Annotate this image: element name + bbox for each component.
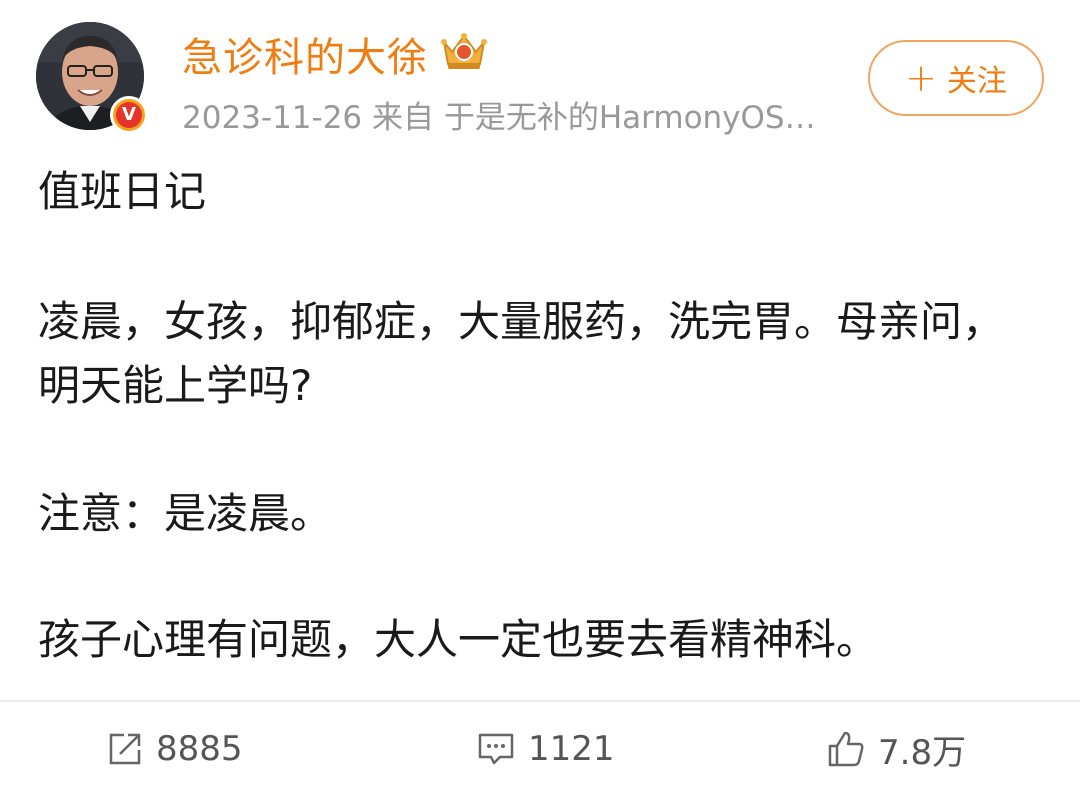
post-paragraph: 凌晨，女孩，抑郁症，大量服药，洗完胃。母亲问，明天能上学吗? <box>38 297 1005 410</box>
repost-count: 8885 <box>156 729 243 769</box>
comment-button[interactable]: 1121 <box>476 724 615 774</box>
author-name[interactable]: 急诊科的大徐 <box>182 25 428 83</box>
avatar[interactable]: V <box>36 22 148 134</box>
plus-icon: + <box>905 56 937 100</box>
post-paragraph: 孩子心理有问题，大人一定也要去看精神科。 <box>38 615 879 664</box>
verified-badge-icon: V <box>110 96 148 134</box>
follow-label: 关注 <box>946 64 1007 99</box>
author-row: 急诊科的大徐 <box>182 25 488 83</box>
comment-icon <box>478 733 514 765</box>
like-button[interactable]: 7.8万 <box>826 724 966 774</box>
repost-button[interactable]: 8885 <box>106 724 243 774</box>
follow-button[interactable]: + 关注 <box>868 40 1044 116</box>
post-meta: 2023-11-26 来自 于是无补的HarmonyOS… <box>182 100 816 136</box>
comment-count: 1121 <box>528 729 615 769</box>
action-bar: 8885 1121 7.8万 <box>0 702 1080 791</box>
post-header: V 急诊科的大徐 2023-11-26 来自 于是无补的HarmonyOS… +… <box>0 0 1080 150</box>
crown-badge-icon[interactable] <box>440 32 488 76</box>
post-paragraph: 值班日记 <box>38 167 207 216</box>
repost-icon <box>109 733 141 765</box>
post-paragraph: 注意：是凌晨。 <box>38 489 333 538</box>
like-icon <box>828 731 864 767</box>
like-count: 7.8万 <box>878 732 967 773</box>
